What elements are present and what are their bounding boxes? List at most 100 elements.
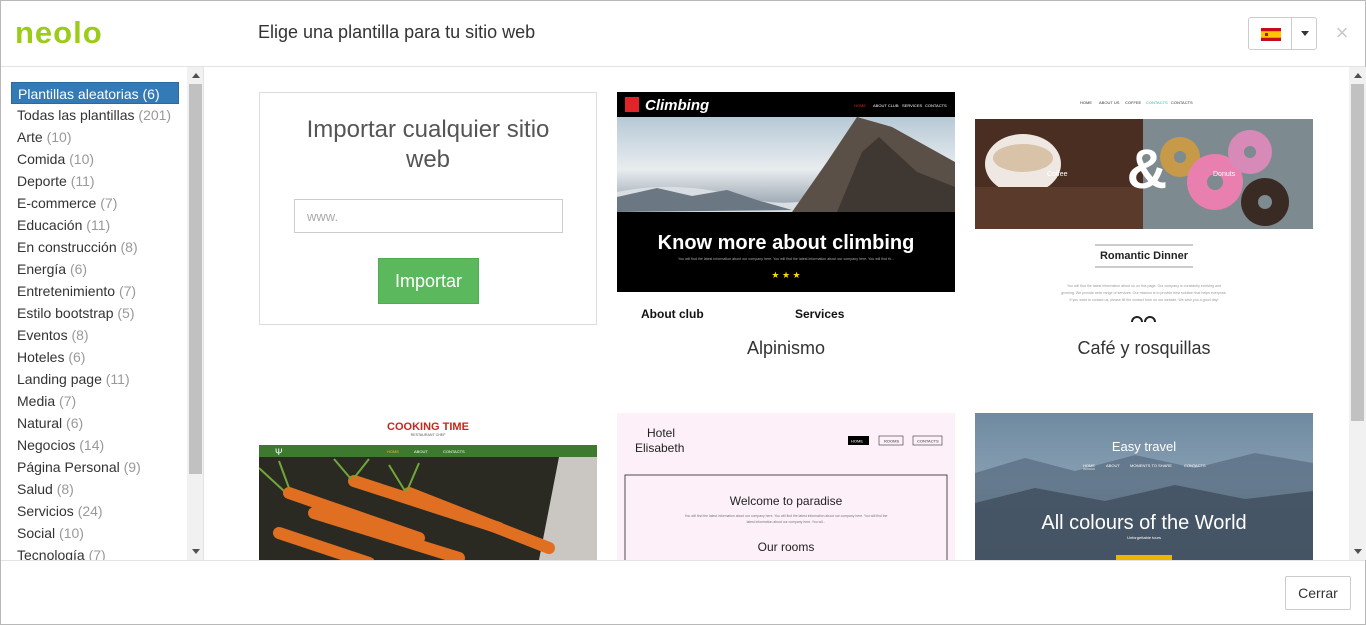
category-count: (10) <box>69 151 95 167</box>
category-item[interactable]: En construcción (8) <box>11 236 179 258</box>
category-count: (6) <box>68 349 86 365</box>
category-label: Todas las plantillas <box>17 107 135 123</box>
template-thumbnail-hotel[interactable]: Hotel Elisabeth HOME ROOMS CONTACTS Welc… <box>617 413 955 560</box>
category-count: (201) <box>138 107 172 123</box>
template-card-cafe[interactable]: HOME ABOUT US COFFEE CONTACTS CONTACTS & <box>975 92 1313 372</box>
template-card-alpinismo[interactable]: Climbing HOME ABOUT CLUB SERVICES CONTAC… <box>617 92 955 372</box>
alpinismo-col1: About club <box>641 307 704 321</box>
template-thumbnail-travel[interactable]: Easy travel HOME ABOUT MOMENTS TO SHARE … <box>975 413 1313 560</box>
category-item[interactable]: Arte (10) <box>11 126 179 148</box>
category-count: (6) <box>142 86 160 102</box>
category-item[interactable]: Eventos (8) <box>11 324 179 346</box>
cafe-body-1: You will find the latest information abo… <box>1067 284 1221 288</box>
category-item[interactable]: Plantillas aleatorias (6) <box>11 82 179 104</box>
category-item[interactable]: Negocios (14) <box>11 434 179 456</box>
category-item[interactable]: Entretenimiento (7) <box>11 280 179 302</box>
alpinismo-stars: ★ ★ ★ <box>771 270 800 280</box>
hotel-rooms: Our rooms <box>758 540 815 554</box>
scroll-up-arrow-icon[interactable] <box>1354 73 1362 78</box>
category-item[interactable]: Estilo bootstrap (5) <box>11 302 179 324</box>
dialog-footer: Cerrar <box>1 560 1365 624</box>
category-count: (6) <box>69 261 88 277</box>
category-item[interactable]: Hoteles (6) <box>11 346 179 368</box>
category-count: (14) <box>79 437 105 453</box>
alpinismo-headline: Know more about climbing <box>658 232 915 254</box>
alpinismo-body: You will find the latest information abo… <box>678 257 894 261</box>
category-label: Salud <box>17 481 53 497</box>
import-url-input[interactable] <box>294 199 563 233</box>
category-count: (7) <box>118 283 137 299</box>
category-label: Landing page <box>17 371 102 387</box>
category-label: Educación <box>17 217 83 233</box>
category-label: En construcción <box>17 239 117 255</box>
category-item[interactable]: Social (10) <box>11 522 179 544</box>
cafe-body-2: growing. We provide wide range of servic… <box>1061 291 1227 295</box>
category-count: (7) <box>100 195 118 211</box>
alpinismo-nav-3: SERVICES <box>902 103 922 108</box>
hotel-brand-1: Hotel <box>647 426 675 440</box>
main-scroll-thumb[interactable] <box>1351 84 1364 421</box>
travel-sub: Unforgettable tours <box>1127 535 1161 540</box>
category-label: Entretenimiento <box>17 283 116 299</box>
template-thumbnail-cafe[interactable]: HOME ABOUT US COFFEE CONTACTS CONTACTS & <box>975 92 1313 322</box>
category-count: (10) <box>46 129 72 145</box>
template-thumbnail-alpinismo[interactable]: Climbing HOME ABOUT CLUB SERVICES CONTAC… <box>617 92 955 322</box>
category-count: (5) <box>117 305 135 321</box>
category-item[interactable]: Landing page (11) <box>11 368 179 390</box>
hotel-nav-1: HOME <box>851 439 863 444</box>
template-dialog: neolo Elige una plantilla para tu sitio … <box>0 0 1366 625</box>
category-item[interactable]: Tecnología (7) <box>11 544 179 560</box>
alpinismo-nav-4: CONTACTS <box>925 103 947 108</box>
travel-nav-1: HOME <box>1083 463 1095 468</box>
category-item[interactable]: E-commerce (7) <box>11 192 179 214</box>
template-card-cooking[interactable]: COOKING TIME RESTAURANT CHEF HOME ABOUT … <box>259 413 597 560</box>
category-count: (10) <box>59 525 84 541</box>
dialog-title: Elige una plantilla para tu sitio web <box>258 22 536 42</box>
main-scrollbar[interactable] <box>1349 67 1366 560</box>
close-icon[interactable]: × <box>1331 22 1353 44</box>
category-item[interactable]: Deporte (11) <box>11 170 179 192</box>
close-button[interactable]: Cerrar <box>1285 576 1351 610</box>
category-item[interactable]: Media (7) <box>11 390 179 412</box>
sidebar-scroll-thumb[interactable] <box>189 84 202 474</box>
import-button[interactable]: Importar <box>378 258 479 304</box>
category-item[interactable]: Salud (8) <box>11 478 179 500</box>
template-name-cafe[interactable]: Café y rosquillas <box>975 338 1313 359</box>
language-selector[interactable] <box>1248 17 1317 50</box>
category-count: (9) <box>123 459 141 475</box>
category-count: (24) <box>77 503 103 519</box>
travel-nav-4: CONTACTS <box>1184 463 1206 468</box>
scroll-down-arrow-icon[interactable] <box>1354 549 1362 554</box>
hotel-welcome: Welcome to paradise <box>730 494 843 508</box>
travel-headline: All colours of the World <box>1041 512 1246 534</box>
logo-text: neolo <box>15 19 103 49</box>
category-item[interactable]: Comida (10) <box>11 148 179 170</box>
scroll-down-arrow-icon[interactable] <box>192 549 200 554</box>
template-card-hotel[interactable]: Hotel Elisabeth HOME ROOMS CONTACTS Welc… <box>617 413 955 560</box>
category-label: Deporte <box>17 173 67 189</box>
language-separator <box>1291 18 1292 49</box>
template-name-alpinismo[interactable]: Alpinismo <box>617 338 955 359</box>
category-count: (11) <box>70 173 95 189</box>
cafe-nav-4: CONTACTS <box>1146 100 1168 105</box>
category-item[interactable]: Natural (6) <box>11 412 179 434</box>
category-list: Plantillas aleatorias (6) Todas las plant… <box>11 82 179 560</box>
cooking-sub: RESTAURANT CHEF <box>411 433 447 437</box>
category-item[interactable]: Todas las plantillas (201) <box>11 104 179 126</box>
category-label: Arte <box>17 129 43 145</box>
category-item[interactable]: Página Personal (9) <box>11 456 179 478</box>
category-item[interactable]: Educación (11) <box>11 214 179 236</box>
category-item[interactable]: Servicios (24) <box>11 500 179 522</box>
scroll-up-arrow-icon[interactable] <box>192 73 200 78</box>
category-item[interactable]: Energía (6) <box>11 258 179 280</box>
chevron-down-icon[interactable] <box>1301 31 1309 36</box>
template-thumbnail-cooking[interactable]: COOKING TIME RESTAURANT CHEF HOME ABOUT … <box>259 413 597 560</box>
cooking-nav-1: HOME <box>387 449 399 454</box>
sidebar-scrollbar[interactable] <box>187 67 203 560</box>
template-card-travel[interactable]: Easy travel HOME ABOUT MOMENTS TO SHARE … <box>975 413 1313 560</box>
cafe-nav-2: ABOUT US <box>1099 100 1120 105</box>
hotel-nav-2: ROOMS <box>884 439 899 444</box>
cafe-left-label: Coffee <box>1047 171 1068 178</box>
cooking-brand: COOKING TIME <box>387 421 469 433</box>
cooking-fork-knife-icon: Ψ <box>275 447 283 457</box>
